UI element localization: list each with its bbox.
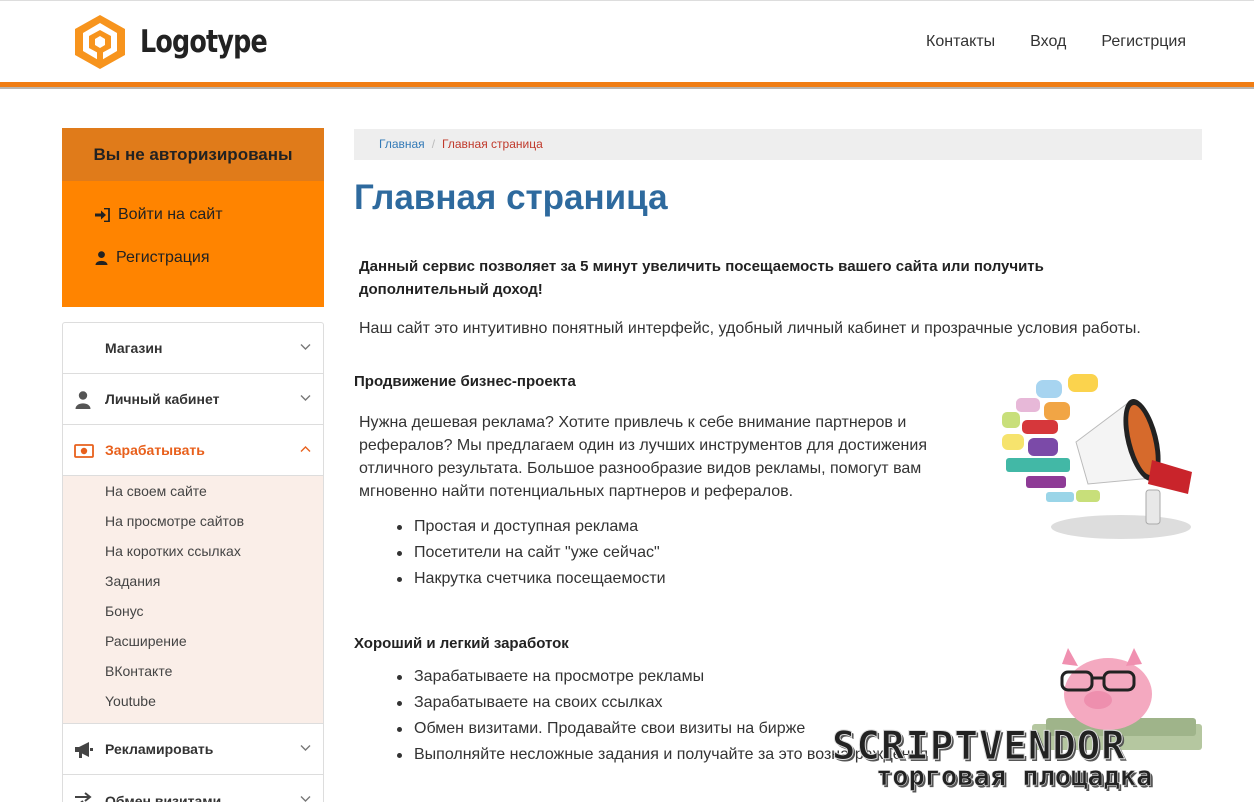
menu-item-exchange[interactable]: Обмен визитами [63,775,323,802]
register-link[interactable]: Регистрация [95,249,210,267]
menu-item-account[interactable]: Личный кабинет [63,374,323,425]
menu-item-label: Зарабатывать [105,442,205,458]
register-link-label: Регистрация [116,249,210,266]
menu-item-advertise[interactable]: Рекламировать [63,724,323,775]
promotion-paragraph: Нужна дешевая реклама? Хотите привлечь к… [359,414,927,500]
nav-login-link[interactable]: Вход [1030,33,1066,51]
sidebar-menu: Магазин Личный кабинет Зарабатывать На с… [62,322,324,802]
breadcrumb: Главная / Главная страница [354,129,1202,160]
submenu-item[interactable]: На просмотре сайтов [63,509,323,539]
list-item: Простая и доступная реклама [397,514,666,540]
login-link[interactable]: Войти на сайт [95,206,223,224]
submenu-item[interactable]: Бонус [63,599,323,629]
user-icon [75,391,91,409]
list-item: Посетители на сайт "уже сейчас" [397,540,666,566]
logo-text: Logotype [140,24,268,60]
breadcrumb-home-link[interactable]: Главная [379,137,425,151]
list-item: Зарабатываете на просмотре рекламы [396,664,928,690]
nav-register-link[interactable]: Регистрция [1101,33,1186,51]
section-title-promotion: Продвижение бизнес-проекта [354,373,576,390]
hexagon-logo-icon [75,15,125,69]
menu-item-label: Личный кабинет [105,391,220,407]
megaphone-icon [75,742,93,758]
submenu-item[interactable]: На своем сайте [63,479,323,509]
submenu-item[interactable]: Youtube [63,689,323,719]
chevron-down-icon [300,344,311,350]
site-logo[interactable]: Logotype [72,13,295,71]
submenu-item[interactable]: На коротких ссылках [63,539,323,569]
site-header: Logotype Контакты Вход Регистрция [0,0,1254,82]
list-item: Накрутка счетчика посещаемости [397,566,666,592]
top-nav: Контакты Вход Регистрция [926,33,1186,51]
sign-in-icon [95,208,110,222]
promotion-bullet-list: Простая и доступная реклама Посетители н… [397,514,666,592]
menu-item-earn[interactable]: Зарабатывать [63,425,323,476]
exchange-icon [75,792,92,802]
submenu-item[interactable]: Расширение [63,629,323,659]
breadcrumb-current: Главная страница [442,137,543,151]
chevron-down-icon [300,745,311,751]
chevron-down-icon [300,395,311,401]
breadcrumb-separator: / [431,137,436,151]
header-accent-shadow [0,87,1254,89]
money-icon [74,444,94,458]
menu-item-label: Магазин [105,340,163,356]
chevron-up-icon [300,446,311,452]
menu-item-shop[interactable]: Магазин [63,323,323,374]
list-item: Зарабатываете на своих ссылках [396,690,928,716]
menu-item-label: Рекламировать [105,741,214,757]
scriptvendor-watermark: SCRIPTVENDOR торговая площадка [832,724,1242,796]
section-title-earnings: Хороший и легкий заработок [354,635,569,652]
submenu-item[interactable]: ВКонтакте [63,659,323,689]
auth-panel: Вы не авторизированы Войти на сайт Регис… [62,128,324,307]
auth-panel-title: Вы не авторизированы [62,128,324,181]
chevron-down-icon [300,796,311,802]
page-title: Главная страница [354,178,668,217]
intro-text: Наш сайт это интуитивно понятный интерфе… [359,320,1141,337]
earn-submenu: На своем сайте На просмотре сайтов На ко… [63,476,323,724]
user-icon [95,251,108,265]
menu-item-label: Обмен визитами [105,792,222,802]
submenu-item[interactable]: Задания [63,569,323,599]
megaphone-illustration [1002,374,1192,539]
nav-contacts-link[interactable]: Контакты [926,33,995,51]
lead-text: Данный сервис позволяет за 5 минут увели… [359,258,1044,298]
watermark-line-2: торговая площадка [876,761,1153,793]
login-link-label: Войти на сайт [118,206,223,223]
